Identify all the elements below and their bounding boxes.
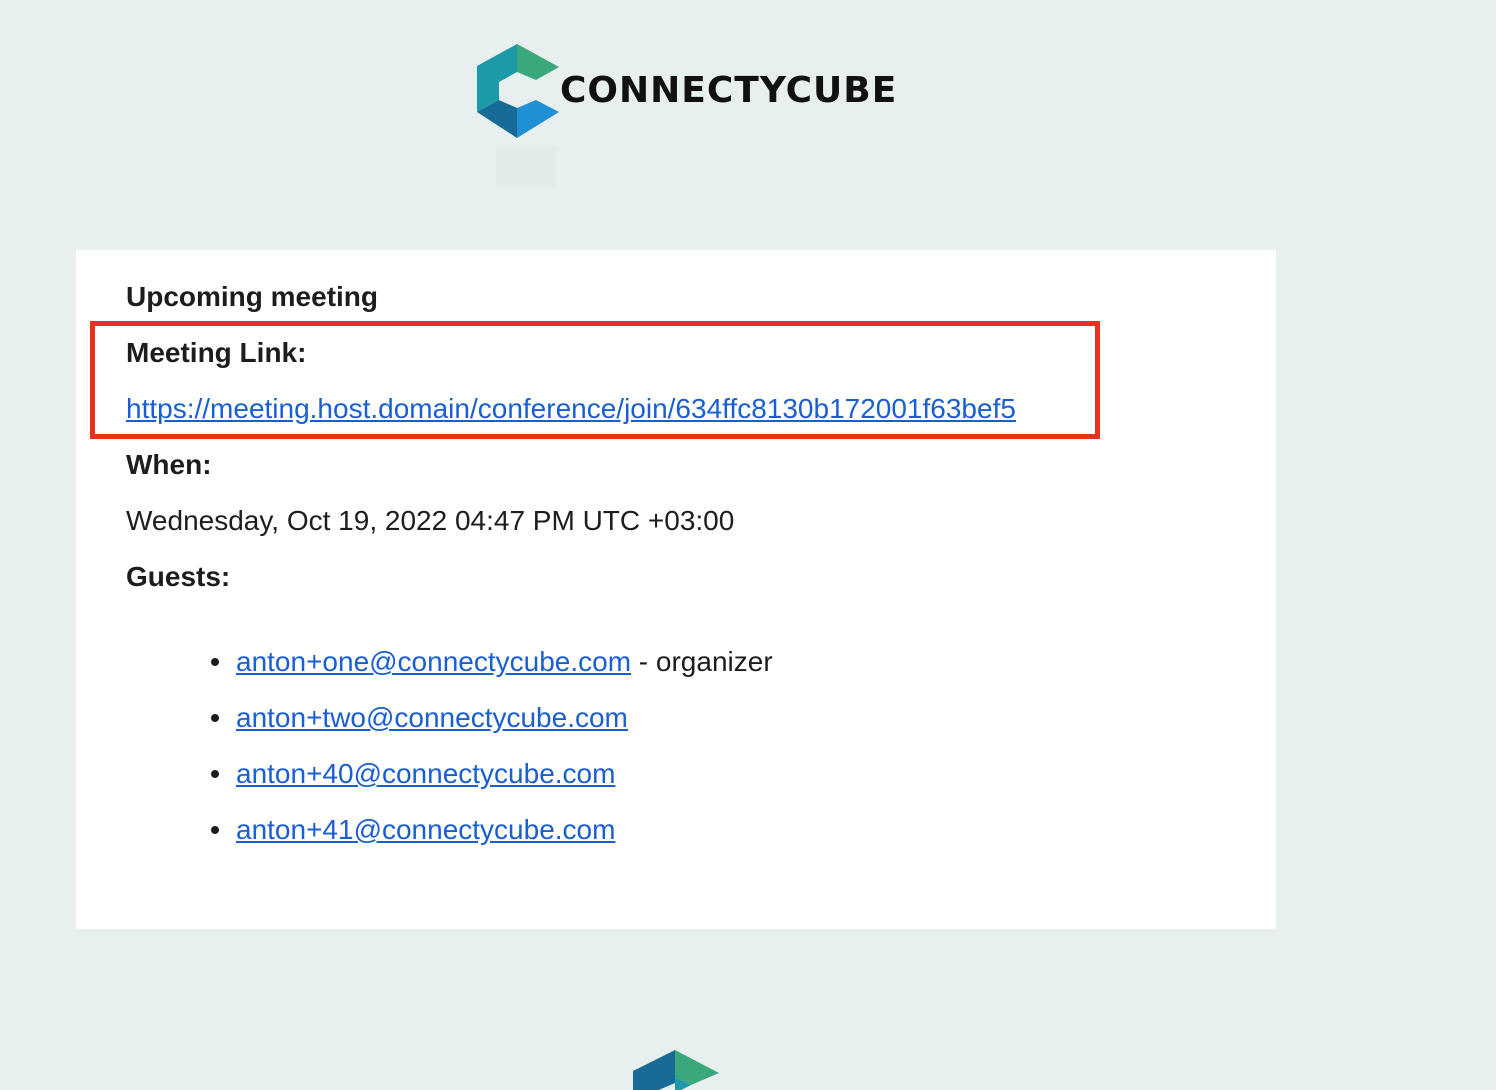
guest-email-link[interactable]: anton+one@connectycube.com <box>236 646 631 677</box>
brand-logo: CONNECTYCUBE <box>474 42 898 192</box>
logo-shadow <box>496 146 556 188</box>
list-item: anton+41@connectycube.com <box>211 813 773 869</box>
brand-name: CONNECTYCUBE <box>560 70 898 111</box>
footer-logo <box>631 1049 721 1090</box>
guest-email-link[interactable]: anton+two@connectycube.com <box>236 702 628 733</box>
bullet-icon <box>211 826 219 834</box>
connectycube-logo-icon <box>633 1050 719 1090</box>
meeting-title: Upcoming meeting <box>126 281 379 312</box>
when-value: Wednesday, Oct 19, 2022 04:47 PM UTC +03… <box>126 505 735 536</box>
list-item: anton+40@connectycube.com <box>211 757 773 813</box>
when-label: When: <box>126 449 212 480</box>
meeting-card: Upcoming meeting Meeting Link: https://m… <box>76 250 1276 929</box>
guests-label: Guests: <box>126 561 231 592</box>
list-item: anton+one@connectycube.com - organizer <box>211 645 773 701</box>
meeting-link-row: https://meeting.host.domain/conference/j… <box>126 392 1016 426</box>
bullet-icon <box>211 714 219 722</box>
meeting-link-label: Meeting Link: <box>126 337 307 368</box>
list-item: anton+two@connectycube.com <box>211 701 773 757</box>
connectycube-logo-icon <box>477 44 559 138</box>
guest-email-link[interactable]: anton+41@connectycube.com <box>236 814 615 845</box>
guest-role: - organizer <box>631 646 773 677</box>
meeting-link[interactable]: https://meeting.host.domain/conference/j… <box>126 393 1016 424</box>
bullet-icon <box>211 770 219 778</box>
guests-list: anton+one@connectycube.com - organizer a… <box>211 645 773 869</box>
guest-email-link[interactable]: anton+40@connectycube.com <box>236 758 615 789</box>
bullet-icon <box>211 658 219 666</box>
